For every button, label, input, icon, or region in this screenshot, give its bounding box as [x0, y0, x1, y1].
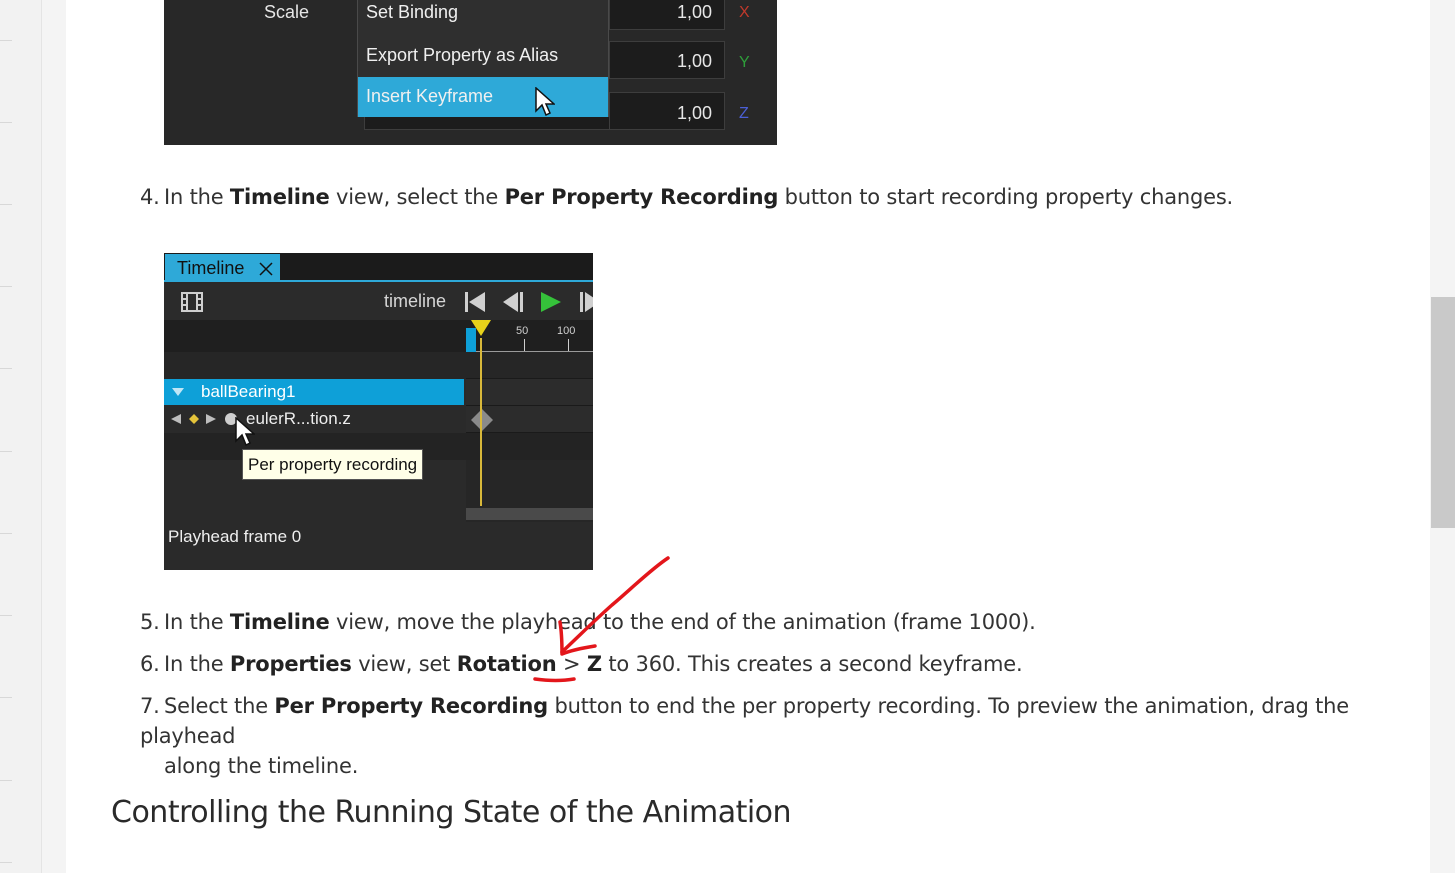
- playhead-frame-label: Playhead frame 0: [168, 527, 302, 546]
- timeline-tabbar: Timeline: [164, 253, 593, 282]
- film-strip-icon[interactable]: [181, 291, 203, 313]
- playhead-line[interactable]: [480, 338, 482, 506]
- gutter-tick: [0, 862, 12, 863]
- track-row: [466, 352, 593, 379]
- ruler-tick-mark: [568, 339, 569, 351]
- step-text: button to start recording property chang…: [778, 185, 1234, 209]
- step-text: In the: [164, 610, 230, 634]
- tree-node-ballbearing[interactable]: ballBearing1: [164, 379, 464, 405]
- step-number: 4.: [140, 185, 160, 209]
- timeline-screenshot: Timeline timeline 50 100 ballBearing1 eu…: [164, 253, 593, 570]
- scale-x-field: 1,00: [609, 0, 725, 30]
- step-bold: Timeline: [229, 185, 330, 209]
- gutter-tick: [0, 286, 12, 287]
- properties-menu-screenshot: Scale 1,00 X 1,00 Y 1,00 Z Set Binding E…: [164, 0, 777, 145]
- ruler-tick-50: 50: [516, 325, 529, 337]
- section-heading: Controlling the Running State of the Ani…: [111, 795, 792, 830]
- tab-timeline[interactable]: Timeline: [165, 254, 280, 282]
- step-bold: Properties: [229, 652, 352, 676]
- timeline-horizontal-scrollbar[interactable]: [466, 508, 593, 520]
- gutter-tick: [0, 615, 12, 616]
- ruler-tick-mark: [524, 339, 525, 351]
- scale-x-value: 1,00: [676, 2, 712, 22]
- gutter-tick: [0, 451, 12, 452]
- step-4: 4. In the Timeline view, select the Per P…: [140, 182, 1233, 212]
- property-name: eulerR...tion.z: [246, 409, 351, 428]
- context-menu: Set Binding Export Property as Alias Ins…: [357, 0, 609, 117]
- scale-y-field: 1,00: [609, 41, 725, 79]
- scrollbar-track[interactable]: [1430, 0, 1455, 873]
- step-7: 7. Select the Per Property Recording butt…: [140, 691, 1410, 781]
- node-name: ballBearing1: [201, 382, 296, 401]
- gutter-tick: [0, 533, 12, 534]
- add-keyframe-icon[interactable]: [188, 413, 200, 425]
- left-gutter: [0, 0, 42, 873]
- property-row-euler-rotation-z[interactable]: eulerR...tion.z: [164, 406, 464, 432]
- step-number: 6.: [140, 652, 160, 676]
- step-text: view, move the playhead to the end of th…: [329, 610, 1036, 634]
- mouse-cursor-icon: [235, 417, 255, 447]
- axis-y-label: Y: [739, 54, 750, 71]
- annotation-arrow-icon: [533, 556, 670, 683]
- expand-arrow-icon[interactable]: [172, 388, 184, 396]
- scale-z-field: 1,00: [609, 92, 725, 130]
- step-text: In the: [164, 652, 230, 676]
- scale-y-value: 1,00: [676, 51, 712, 71]
- step-text: In the: [164, 185, 230, 209]
- tooltip-per-property-recording: Per property recording: [242, 449, 424, 480]
- scrollbar-thumb[interactable]: [1431, 297, 1455, 528]
- track-row: [466, 379, 593, 406]
- play-icon[interactable]: [539, 290, 563, 314]
- menu-item-export-property-alias[interactable]: Export Property as Alias: [358, 36, 608, 76]
- previous-frame-icon[interactable]: [501, 290, 525, 314]
- step-text: view, set: [351, 652, 457, 676]
- step-text: view, select the: [329, 185, 505, 209]
- step-bold: Timeline: [229, 610, 330, 634]
- next-keyframe-icon[interactable]: [205, 413, 217, 425]
- close-icon[interactable]: [258, 261, 274, 277]
- gutter-tick: [0, 122, 12, 123]
- step-bold: Per Property Recording: [274, 694, 549, 718]
- gutter-tick: [0, 780, 12, 781]
- gutter-tick: [0, 40, 12, 41]
- step-text-continued: along the timeline.: [164, 754, 359, 778]
- step-bold: Per Property Recording: [504, 185, 779, 209]
- step-number: 5.: [140, 610, 160, 634]
- axis-x-label: X: [739, 4, 750, 21]
- mouse-cursor-icon: [535, 87, 555, 117]
- jump-to-start-icon[interactable]: [463, 290, 487, 314]
- tab-timeline-label: Timeline: [177, 258, 245, 278]
- menu-item-insert-keyframe[interactable]: Insert Keyframe: [358, 77, 608, 117]
- scale-label: Scale: [264, 2, 310, 22]
- timeline-name-label: timeline: [384, 291, 447, 311]
- step-number: 7.: [140, 694, 160, 718]
- previous-keyframe-icon[interactable]: [170, 413, 182, 425]
- next-frame-icon[interactable]: [578, 290, 593, 314]
- keyframe-diamond-icon[interactable]: [470, 408, 494, 432]
- step-text: Select the: [164, 694, 275, 718]
- ruler-tick-100: 100: [557, 325, 576, 337]
- scale-z-value: 1,00: [676, 103, 712, 123]
- gutter-tick: [0, 697, 12, 698]
- gutter-tick: [0, 368, 12, 369]
- timeline-toolbar: timeline: [164, 284, 593, 320]
- gutter-tick: [0, 204, 12, 205]
- menu-item-set-binding[interactable]: Set Binding: [358, 0, 608, 33]
- axis-z-label: Z: [739, 105, 749, 122]
- timeline-ruler[interactable]: 50 100: [164, 320, 593, 352]
